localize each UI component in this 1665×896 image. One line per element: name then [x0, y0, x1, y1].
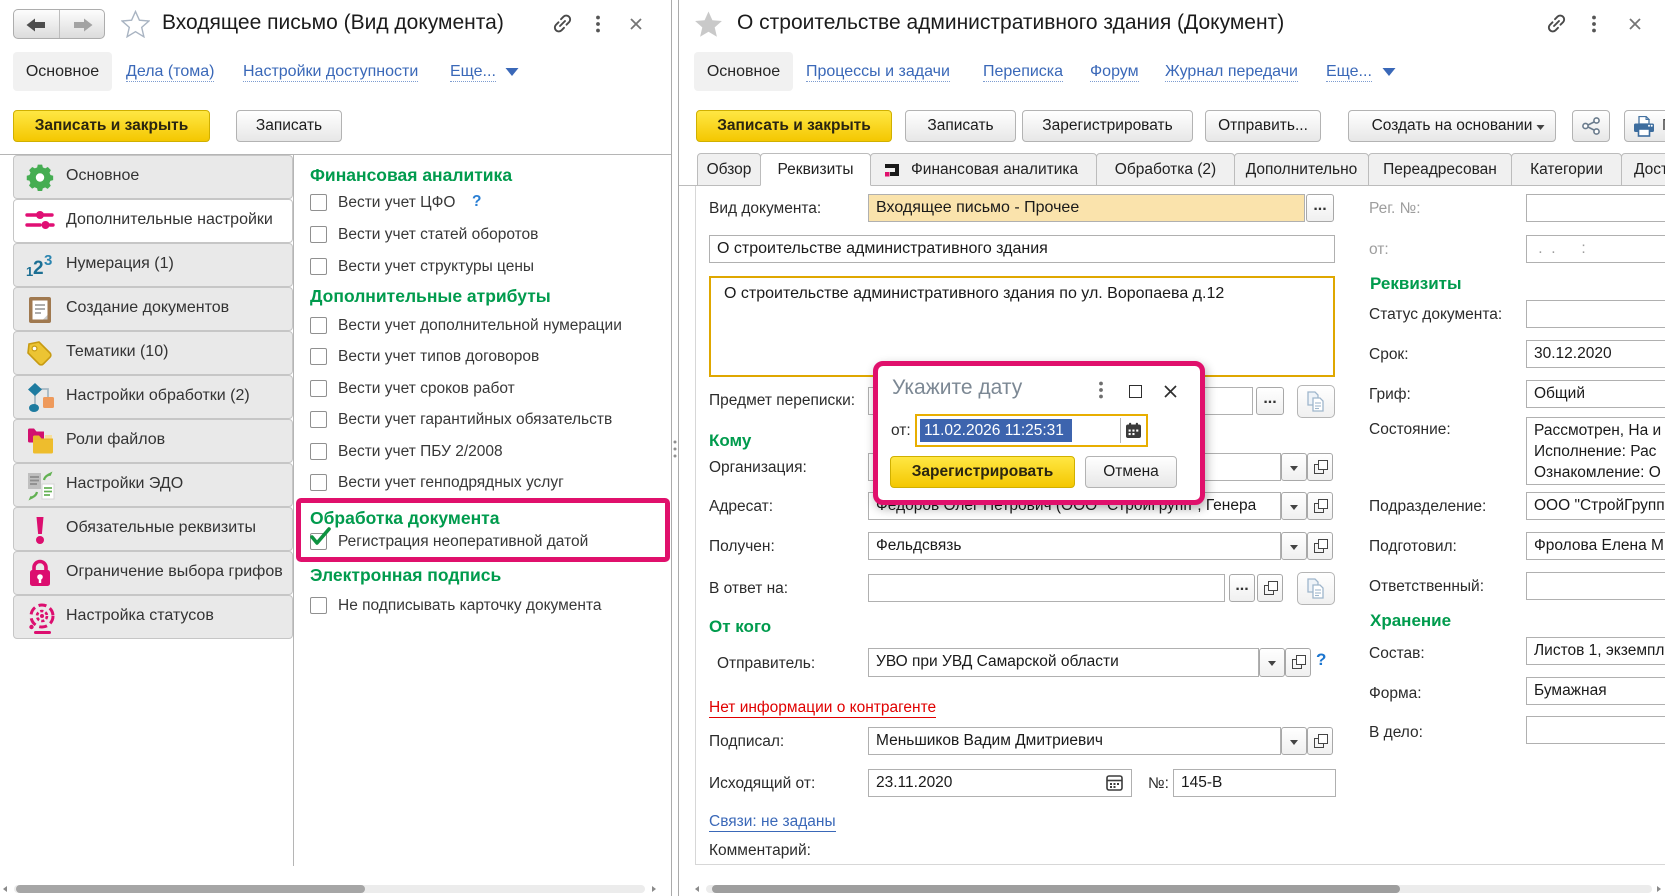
svg-text:2: 2 [33, 258, 44, 279]
svg-text:3: 3 [44, 252, 52, 269]
